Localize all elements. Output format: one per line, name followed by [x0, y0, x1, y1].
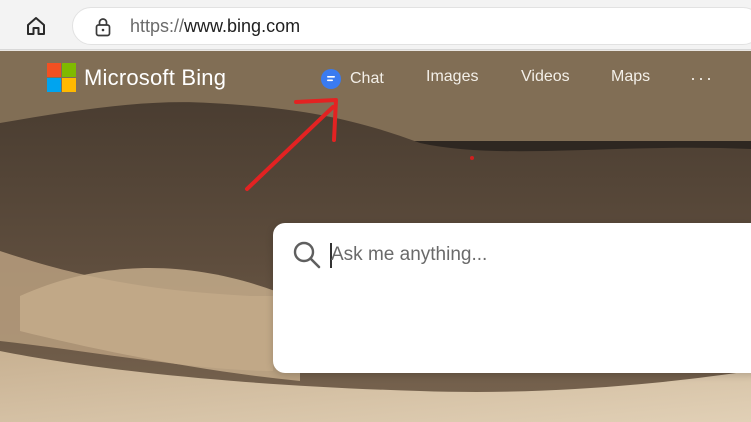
chat-icon — [321, 69, 341, 89]
nav-item-label: Maps — [611, 68, 651, 85]
nav-item-videos[interactable]: Videos — [521, 68, 570, 86]
url-text[interactable]: https://www.bing.com — [130, 16, 300, 37]
browser-toolbar: https://www.bing.com — [0, 0, 751, 50]
url-scheme: https:// — [130, 16, 185, 36]
search-icon[interactable] — [292, 240, 322, 270]
nav-item-images[interactable]: Images — [426, 68, 478, 86]
nav-item-chat[interactable]: Chat — [320, 68, 384, 90]
top-nav: Chat Images Videos Maps ··· — [0, 68, 751, 92]
hero-background: Microsoft Bing Chat Images Videos Maps ·… — [0, 51, 751, 422]
search-box[interactable] — [273, 223, 751, 373]
lock-icon[interactable] — [95, 17, 111, 37]
nav-item-label: Chat — [350, 70, 384, 87]
url-host: www.bing.com — [184, 16, 301, 36]
search-input[interactable] — [331, 241, 731, 269]
nav-item-label: Images — [426, 68, 479, 85]
home-button[interactable] — [22, 13, 50, 39]
address-bar[interactable]: https://www.bing.com — [72, 7, 751, 45]
nav-item-label: Videos — [521, 68, 570, 85]
nav-item-maps[interactable]: Maps — [611, 68, 650, 86]
home-icon — [27, 17, 45, 35]
more-icon: ··· — [690, 68, 714, 88]
more-menu-button[interactable]: ··· — [690, 68, 714, 89]
